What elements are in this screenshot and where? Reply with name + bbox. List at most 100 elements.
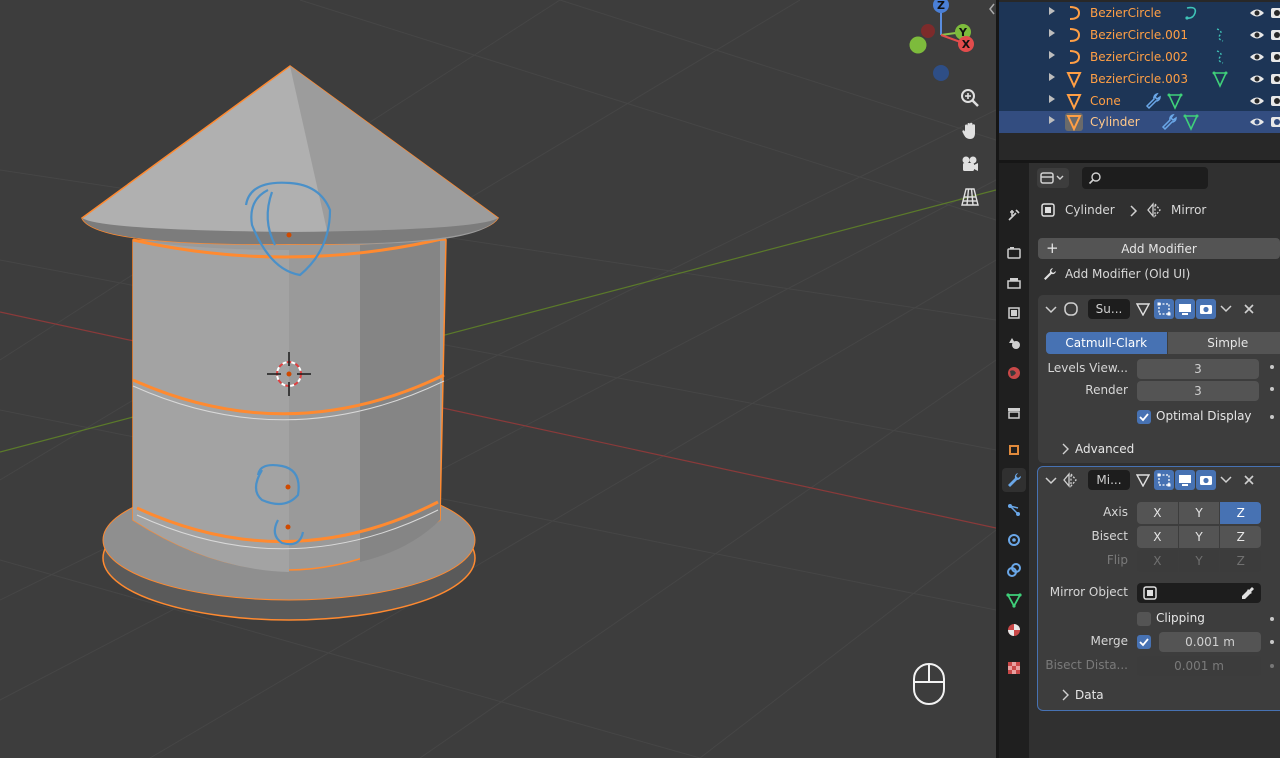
camera-view-icon[interactable] [956, 150, 984, 178]
navigation-gizmo[interactable]: Z Y X [900, 0, 990, 90]
axis-y-option[interactable]: Y [1178, 502, 1221, 524]
outliner-row-cylinder[interactable]: Cylinder [999, 111, 1280, 133]
particles-tab-icon[interactable] [1002, 498, 1026, 522]
outliner-row-cone[interactable]: Cone [999, 90, 1280, 112]
modifier-wrench-tab-icon[interactable] [1002, 468, 1026, 492]
on-cage-icon[interactable] [1133, 470, 1153, 490]
3d-viewport[interactable]: Z Y X [0, 0, 996, 758]
pan-hand-icon[interactable] [956, 117, 984, 145]
clipping-checkbox[interactable] [1137, 612, 1151, 626]
render-camera-icon[interactable] [1196, 470, 1216, 490]
dropdown-chevron-icon[interactable] [1220, 304, 1232, 314]
visibility-eye-icon[interactable] [1249, 71, 1265, 87]
render-camera-icon[interactable] [1270, 5, 1280, 21]
perspective-grid-icon[interactable] [956, 183, 984, 211]
visibility-eye-icon[interactable] [1249, 27, 1265, 43]
expand-arrow-icon[interactable] [1049, 7, 1055, 15]
collapse-chevron-icon[interactable] [1045, 305, 1057, 315]
world-tab-icon[interactable] [1002, 361, 1026, 385]
render-levels-field[interactable]: 3 [1137, 381, 1259, 401]
bisect-x-option[interactable]: X [1137, 526, 1179, 548]
texture-tab-icon[interactable] [1002, 656, 1026, 680]
outliner-row-beziercircle[interactable]: BezierCircle [999, 2, 1280, 24]
realtime-display-icon[interactable] [1175, 470, 1195, 490]
add-modifier-old-ui-button[interactable]: Add Modifier (Old UI) [1038, 264, 1280, 285]
simple-option[interactable]: Simple [1167, 332, 1280, 354]
collapse-toggle[interactable] [987, 0, 996, 18]
visibility-eye-icon[interactable] [1249, 5, 1265, 21]
add-modifier-button[interactable]: + Add Modifier [1038, 238, 1280, 259]
subdivision-name-field[interactable]: Su... [1088, 299, 1130, 319]
levels-viewport-field[interactable]: 3 [1137, 359, 1259, 379]
close-icon[interactable] [1243, 303, 1255, 315]
chevron-right-icon[interactable] [1061, 689, 1071, 701]
axis-toggle[interactable]: X Y Z [1137, 502, 1262, 524]
expand-arrow-icon[interactable] [1049, 73, 1055, 81]
edit-mode-icon[interactable] [1154, 470, 1174, 490]
mesh-icon [1066, 72, 1082, 88]
render-camera-icon[interactable] [1196, 299, 1216, 319]
search-input[interactable] [1082, 167, 1208, 189]
axis-z-option[interactable]: Z [1220, 502, 1262, 524]
bisect-z-option[interactable]: Z [1220, 526, 1262, 548]
render-camera-icon[interactable] [1270, 71, 1280, 87]
eyedropper-icon[interactable] [1241, 586, 1255, 600]
zoom-icon[interactable] [956, 84, 984, 112]
breadcrumb-object: Cylinder [1065, 203, 1115, 217]
expand-arrow-icon[interactable] [1049, 95, 1055, 103]
cylinder-object[interactable] [102, 236, 476, 621]
outliner-row-beziercircle-003[interactable]: BezierCircle.003 [999, 68, 1280, 90]
physics-tab-icon[interactable] [1002, 528, 1026, 552]
visibility-eye-icon[interactable] [1249, 49, 1265, 65]
merge-distance-field[interactable]: 0.001 m [1159, 632, 1261, 652]
realtime-display-icon[interactable] [1175, 299, 1195, 319]
object-tab-icon[interactable] [1002, 438, 1026, 462]
tool-tab-icon[interactable] [1002, 203, 1026, 227]
dropdown-chevron-icon[interactable] [1220, 475, 1232, 485]
collection-tab-icon[interactable] [1002, 401, 1026, 425]
edit-mode-icon[interactable] [1154, 299, 1174, 319]
chevron-right-icon[interactable] [1061, 443, 1071, 455]
mesh-data-icon [1183, 114, 1199, 131]
visibility-eye-icon[interactable] [1249, 114, 1265, 130]
keyframe-dot[interactable] [1270, 387, 1274, 391]
data-subpanel-label[interactable]: Data [1075, 688, 1104, 702]
expand-arrow-icon[interactable] [1049, 116, 1055, 124]
mirror-name-field[interactable]: Mi... [1088, 470, 1130, 490]
expand-arrow-icon[interactable] [1049, 51, 1055, 59]
render-camera-icon[interactable] [1270, 114, 1280, 130]
on-cage-icon[interactable] [1133, 299, 1153, 319]
keyframe-dot[interactable] [1270, 617, 1274, 621]
cone-object[interactable] [81, 65, 500, 245]
render-tab-icon[interactable] [1002, 241, 1026, 265]
optimal-display-checkbox[interactable] [1137, 410, 1151, 424]
expand-arrow-icon[interactable] [1049, 29, 1055, 37]
keyframe-dot[interactable] [1270, 640, 1274, 644]
advanced-subpanel-label[interactable]: Advanced [1075, 442, 1134, 456]
output-tab-icon[interactable] [1002, 271, 1026, 295]
collapse-chevron-icon[interactable] [1045, 476, 1057, 486]
view-layer-tab-icon[interactable] [1002, 301, 1026, 325]
keyframe-dot[interactable] [1270, 365, 1274, 369]
editor-type-dropdown[interactable] [1037, 168, 1069, 188]
outliner-row-beziercircle-002[interactable]: BezierCircle.002 [999, 46, 1280, 68]
keyframe-dot[interactable] [1270, 415, 1274, 419]
bisect-toggle[interactable]: X Y Z [1137, 526, 1262, 548]
mesh-data-tab-icon[interactable] [1002, 588, 1026, 612]
close-icon[interactable] [1243, 474, 1255, 486]
mesh-data-icon [1212, 71, 1228, 88]
catmull-clark-option[interactable]: Catmull-Clark [1046, 332, 1168, 354]
render-camera-icon[interactable] [1270, 49, 1280, 65]
render-camera-icon[interactable] [1270, 93, 1280, 109]
outliner-row-beziercircle-001[interactable]: BezierCircle.001 [999, 24, 1280, 46]
subdivision-type-toggle[interactable]: Catmull-Clark Simple [1046, 332, 1280, 354]
constraints-tab-icon[interactable] [1002, 558, 1026, 582]
render-camera-icon[interactable] [1270, 27, 1280, 43]
material-tab-icon[interactable] [1002, 618, 1026, 642]
visibility-eye-icon[interactable] [1249, 93, 1265, 109]
axis-x-option[interactable]: X [1137, 502, 1179, 524]
bisect-y-option[interactable]: Y [1178, 526, 1221, 548]
scene-tab-icon[interactable] [1002, 331, 1026, 355]
mirror-object-field[interactable] [1137, 583, 1261, 603]
merge-checkbox[interactable] [1137, 635, 1151, 649]
